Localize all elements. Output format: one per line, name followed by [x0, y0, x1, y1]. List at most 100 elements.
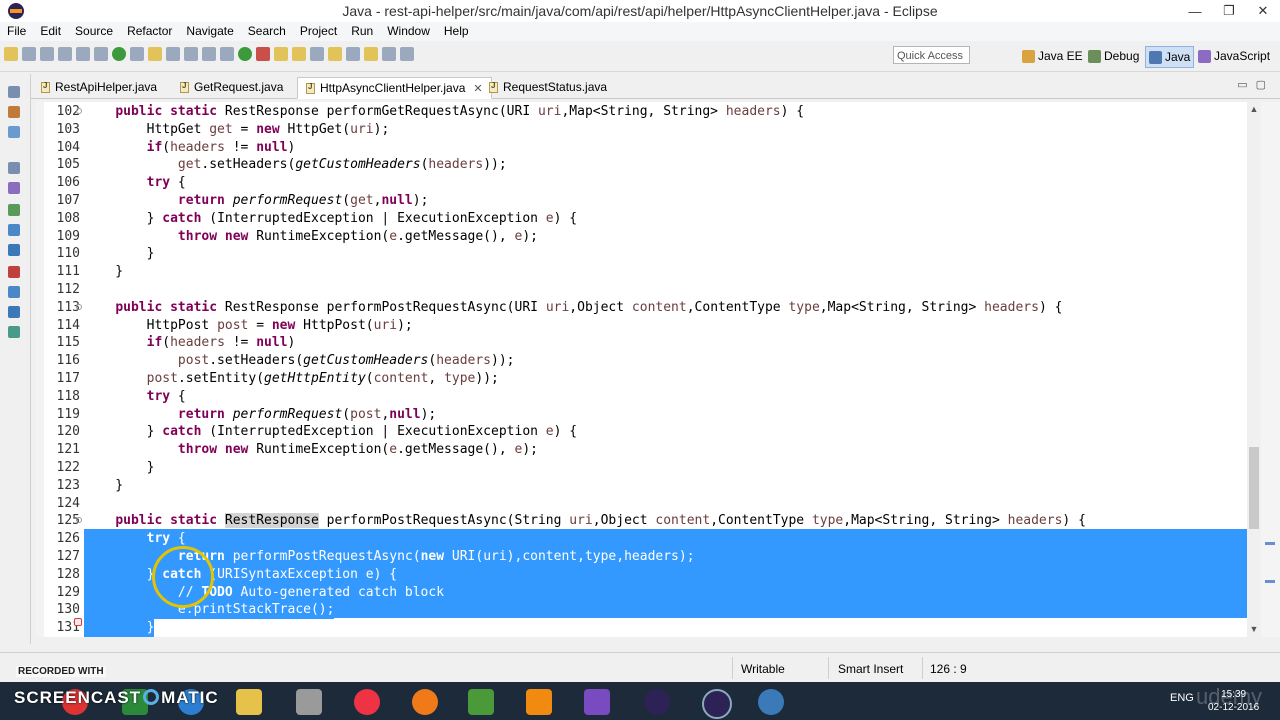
settings-icon[interactable]	[296, 689, 322, 715]
code-line[interactable]: 115 if(headers != null)	[36, 334, 1247, 352]
save-icon[interactable]	[22, 47, 36, 61]
menu-search[interactable]: Search	[241, 22, 293, 41]
code-line[interactable]: 127 return performPostRequestAsync(new U…	[36, 548, 1247, 566]
code-line[interactable]: 122 }	[36, 459, 1247, 477]
mark-occurrences-icon[interactable]	[148, 47, 162, 61]
code-line[interactable]: 128 } catch (URISyntaxException e) {	[36, 565, 1247, 584]
skip-breakpoints-icon[interactable]	[94, 47, 108, 61]
code-line[interactable]: 108 } catch (InterruptedException | Exec…	[36, 210, 1247, 228]
last-edit-icon[interactable]	[364, 47, 378, 61]
language-indicator[interactable]: ENG	[1170, 692, 1194, 704]
quick-access-input[interactable]: Quick Access	[893, 46, 970, 64]
debug-icon[interactable]	[112, 47, 126, 61]
code-line[interactable]: 131 }	[36, 619, 1247, 637]
tab-getrequest[interactable]: GetRequest.java	[172, 77, 291, 97]
code-line[interactable]: 103 HttpGet get = new HttpGet(uri);	[36, 121, 1247, 139]
outline-icon[interactable]	[8, 182, 20, 194]
toggle-icon[interactable]	[76, 47, 90, 61]
perspective-debug[interactable]: Debug	[1088, 46, 1139, 66]
code-line[interactable]: 117 post.setEntity(getHttpEntity(content…	[36, 370, 1247, 388]
maximize-view-icon[interactable]: ▢	[1256, 78, 1266, 91]
fold-toggle-icon[interactable]	[76, 303, 82, 310]
menu-run[interactable]: Run	[344, 22, 380, 41]
eclipse-taskbar-icon[interactable]	[644, 689, 670, 715]
maximize-button[interactable]: ❐	[1212, 0, 1246, 22]
next-annotation-icon[interactable]	[346, 47, 360, 61]
close-button[interactable]: ✕	[1246, 0, 1280, 22]
menu-help[interactable]: Help	[437, 22, 476, 41]
code-line[interactable]: 116 post.setHeaders(getCustomHeaders(hea…	[36, 352, 1247, 370]
perspective-java[interactable]: Java	[1145, 46, 1195, 68]
menu-edit[interactable]: Edit	[33, 22, 68, 41]
package-explorer-icon[interactable]	[8, 106, 20, 118]
code-line[interactable]: 106 try {	[36, 174, 1247, 192]
new-package-icon[interactable]	[274, 47, 288, 61]
external-tools-icon[interactable]	[130, 47, 144, 61]
code-line[interactable]: 107 return performRequest(get,null);	[36, 192, 1247, 210]
code-line[interactable]: 118 try {	[36, 388, 1247, 406]
vlc-icon[interactable]	[526, 689, 552, 715]
restore-icon[interactable]	[8, 86, 20, 98]
code-line[interactable]: 120 } catch (InterruptedException | Exec…	[36, 423, 1247, 441]
code-line[interactable]: 102 public static RestResponse performGe…	[36, 103, 1247, 121]
menu-refactor[interactable]: Refactor	[120, 22, 179, 41]
open-task-icon[interactable]	[328, 47, 342, 61]
minimize-view-icon[interactable]: ▭	[1237, 78, 1247, 91]
explorer-icon[interactable]	[236, 689, 262, 715]
visual-studio-icon[interactable]	[584, 689, 610, 715]
block-selection-icon[interactable]	[184, 47, 198, 61]
problems-icon[interactable]	[8, 224, 20, 236]
code-line[interactable]: 130 e.printStackTrace();	[36, 601, 1247, 620]
code-line[interactable]: 104 if(headers != null)	[36, 139, 1247, 157]
code-line[interactable]: 129 // TODO Auto-generated catch block	[36, 583, 1247, 602]
build-icon[interactable]	[220, 47, 234, 61]
code-line[interactable]: 111 }	[36, 263, 1247, 281]
perspective-java-ee[interactable]: Java EE	[1022, 46, 1083, 66]
hierarchy-icon[interactable]	[8, 126, 20, 138]
code-line[interactable]: 126 try {	[36, 530, 1247, 549]
menu-project[interactable]: Project	[293, 22, 344, 41]
declaration-icon[interactable]	[8, 306, 20, 318]
code-line[interactable]: 123 }	[36, 477, 1247, 495]
eclipse-active-taskbar-icon[interactable]	[702, 689, 732, 719]
scroll-down-icon[interactable]: ▼	[1249, 624, 1259, 634]
code-line[interactable]: 114 HttpPost post = new HttpPost(uri);	[36, 317, 1247, 335]
task-list-icon[interactable]	[8, 204, 20, 216]
chrome-icon[interactable]	[354, 689, 380, 715]
code-line[interactable]: 109 throw new RuntimeException(e.getMess…	[36, 228, 1247, 246]
junit-icon[interactable]	[8, 266, 20, 278]
code-line[interactable]: 110 }	[36, 245, 1247, 263]
search-icon[interactable]	[310, 47, 324, 61]
print-icon[interactable]	[40, 47, 54, 61]
console-icon[interactable]	[8, 286, 20, 298]
run-icon[interactable]	[238, 47, 252, 61]
show-whitespace-icon[interactable]	[202, 47, 216, 61]
save-all-icon[interactable]	[58, 47, 72, 61]
occurrence-marker[interactable]	[1265, 542, 1275, 545]
fold-toggle-icon[interactable]	[76, 517, 82, 524]
code-line[interactable]: 119 return performRequest(post,null);	[36, 406, 1247, 424]
system-clock[interactable]: 15:39 02-12-2016	[1208, 688, 1259, 714]
tab-requeststatus[interactable]: RequestStatus.java	[481, 77, 615, 97]
tab-restapihelper[interactable]: RestApiHelper.java	[33, 77, 165, 97]
code-line[interactable]: 121 throw new RuntimeException(e.getMess…	[36, 441, 1247, 459]
new-icon[interactable]	[4, 47, 18, 61]
open-type-icon[interactable]	[292, 47, 306, 61]
perspective-javascript[interactable]: JavaScript	[1198, 46, 1270, 66]
progress-icon[interactable]	[8, 326, 20, 338]
menu-window[interactable]: Window	[380, 22, 437, 41]
screencast-taskbar-icon[interactable]	[758, 689, 784, 715]
format-icon[interactable]	[166, 47, 180, 61]
error-marker-icon[interactable]	[74, 618, 82, 626]
notepadpp-icon[interactable]	[468, 689, 494, 715]
forward-icon[interactable]	[400, 47, 414, 61]
code-line[interactable]: 124	[36, 495, 1247, 513]
code-line[interactable]: 112	[36, 281, 1247, 299]
minimize-button[interactable]: —	[1178, 0, 1212, 22]
firefox-icon[interactable]	[412, 689, 438, 715]
occurrence-marker[interactable]	[1265, 580, 1275, 583]
code-editor[interactable]: 102 public static RestResponse performGe…	[36, 102, 1247, 637]
scroll-up-icon[interactable]: ▲	[1249, 104, 1259, 114]
fold-toggle-icon[interactable]	[76, 108, 82, 114]
menu-file[interactable]: File	[0, 22, 33, 41]
